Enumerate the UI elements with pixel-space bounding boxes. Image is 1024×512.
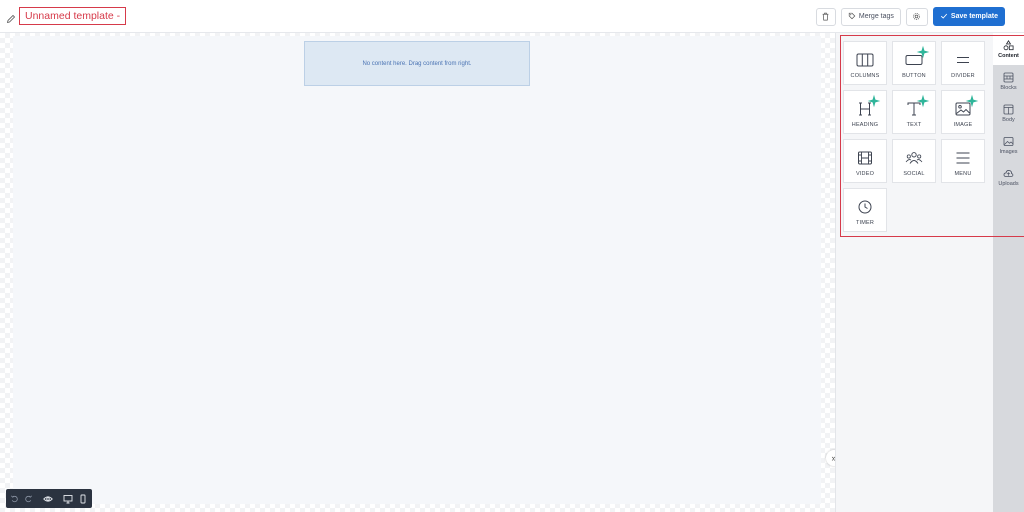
social-icon — [905, 152, 923, 164]
merge-tags-label: Merge tags — [858, 13, 894, 20]
undo-icon[interactable] — [10, 494, 19, 504]
ai-sparkle-icon — [916, 45, 930, 59]
ai-sparkle-icon — [916, 94, 930, 108]
body-icon — [1003, 104, 1014, 114]
dropzone-message: No content here. Drag content from right… — [362, 60, 472, 67]
top-bar: Unnamed template - Merge tags Save templ… — [0, 0, 1024, 33]
tool-video[interactable]: VIDEO — [843, 139, 887, 183]
tool-label: TEXT — [906, 122, 922, 128]
tool-button[interactable]: BUTTON — [892, 41, 936, 85]
tool-menu[interactable]: MENU — [941, 139, 985, 183]
tool-timer[interactable]: TIMER — [843, 188, 887, 232]
delete-button[interactable] — [815, 7, 836, 26]
template-title-area: Unnamed template - — [6, 7, 127, 25]
desktop-icon[interactable] — [63, 494, 73, 504]
menu-icon — [956, 152, 970, 164]
tool-label: VIDEO — [855, 171, 875, 177]
tab-content[interactable]: Content — [993, 33, 1024, 65]
divider-icon — [957, 57, 969, 63]
tool-label: IMAGE — [953, 122, 973, 128]
editor-canvas: No content here. Drag content from right… — [0, 33, 835, 512]
tool-columns[interactable]: COLUMNS — [843, 41, 887, 85]
tool-label: SOCIAL — [903, 171, 925, 177]
content-tools-grid: COLUMNS BUTTON DIVIDER HEADING TEXT IMAG… — [843, 41, 985, 232]
ai-sparkle-icon — [867, 94, 881, 108]
tag-icon — [848, 12, 856, 22]
template-title-field[interactable]: Unnamed template - — [19, 7, 127, 25]
tool-image[interactable]: IMAGE — [941, 90, 985, 134]
timer-icon — [858, 200, 872, 214]
ai-sparkle-icon — [965, 94, 979, 108]
redo-icon[interactable] — [24, 494, 33, 504]
empty-dropzone[interactable]: No content here. Drag content from right… — [304, 41, 530, 86]
top-actions: Merge tags Save template — [815, 7, 1005, 26]
tab-label: Blocks — [1000, 84, 1017, 91]
settings-button[interactable] — [905, 7, 928, 26]
columns-icon — [856, 53, 874, 67]
mobile-icon[interactable] — [78, 494, 88, 504]
tool-social[interactable]: SOCIAL — [892, 139, 936, 183]
tool-label: MENU — [954, 171, 972, 177]
trash-icon — [821, 8, 830, 26]
pencil-icon[interactable] — [6, 11, 16, 24]
tab-uploads[interactable]: Uploads — [993, 161, 1024, 193]
shapes-icon — [1003, 39, 1014, 50]
side-tabs: Content Blocks Body Images Uploads — [993, 33, 1024, 512]
tool-label: HEADING — [851, 122, 879, 128]
save-template-button[interactable]: Save template — [932, 7, 1005, 26]
tool-label: DIVIDER — [951, 73, 975, 79]
tab-blocks[interactable]: Blocks — [993, 65, 1024, 97]
check-icon — [940, 12, 948, 22]
tool-divider[interactable]: DIVIDER — [941, 41, 985, 85]
tab-label: Images — [999, 148, 1018, 155]
save-template-label: Save template — [950, 13, 998, 20]
tool-label: COLUMNS — [850, 73, 880, 79]
merge-tags-button[interactable]: Merge tags — [840, 7, 901, 26]
tab-label: Uploads — [998, 180, 1019, 187]
template-title[interactable]: Unnamed template - — [25, 10, 120, 22]
blocks-icon — [1003, 72, 1014, 82]
tool-label: TIMER — [855, 220, 875, 226]
tab-label: Content — [998, 52, 1019, 59]
tab-body[interactable]: Body — [993, 97, 1024, 129]
preview-eye-icon[interactable] — [43, 494, 53, 504]
cloud-upload-icon — [1003, 169, 1014, 177]
bottom-toolbar — [6, 489, 92, 508]
video-icon — [858, 151, 872, 165]
email-body[interactable]: No content here. Drag content from right… — [13, 36, 821, 504]
images-icon — [1003, 136, 1014, 146]
tool-label: BUTTON — [902, 73, 926, 79]
tab-label: Body — [1002, 116, 1015, 123]
gear-icon — [912, 8, 921, 26]
tool-text[interactable]: TEXT — [892, 90, 936, 134]
tab-images[interactable]: Images — [993, 129, 1024, 161]
tool-heading[interactable]: HEADING — [843, 90, 887, 134]
